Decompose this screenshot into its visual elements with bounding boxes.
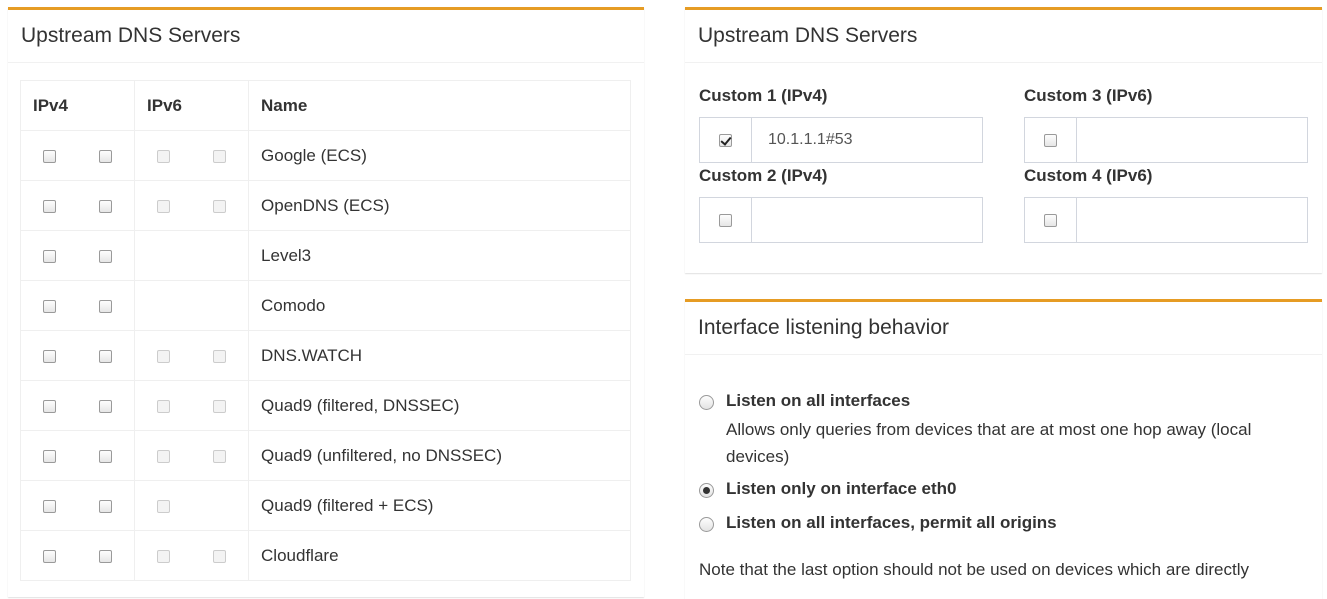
ipv4-secondary-checkbox[interactable] (99, 449, 113, 463)
ipv4-secondary-checkbox[interactable] (99, 199, 113, 213)
ipv4-secondary-checkbox[interactable] (99, 249, 113, 263)
custom-1-input[interactable]: 10.1.1.1#53 (752, 118, 982, 162)
ipv6-primary-checkbox (156, 449, 170, 463)
ipv4-secondary-checkbox[interactable] (99, 299, 113, 313)
interface-listening-panel: Interface listening behavior Listen on a… (685, 299, 1322, 599)
ipv4-primary-checkbox[interactable] (42, 149, 56, 163)
ipv4-primary-checkbox[interactable] (42, 349, 56, 363)
table-row: OpenDNS (ECS) (20, 180, 632, 231)
table-row: Comodo (20, 280, 632, 331)
custom-4-input-group (1024, 197, 1308, 243)
upstream-dns-table: IPv4 IPv6 Name Google (ECS) OpenDNS (ECS)… (19, 80, 632, 581)
listen-all-interfaces-radio[interactable] (699, 395, 714, 410)
ipv4-primary-checkbox[interactable] (42, 449, 56, 463)
dns-provider-name: Google (ECS) (248, 130, 632, 181)
panel-title: Upstream DNS Servers (685, 10, 1322, 63)
listen-all-permit-all-radio[interactable] (699, 517, 714, 532)
custom-1-input-group: 10.1.1.1#53 (699, 117, 983, 163)
ipv4-primary-checkbox[interactable] (42, 549, 56, 563)
column-header-ipv4: IPv4 (19, 80, 136, 131)
ipv6-primary-checkbox (156, 399, 170, 413)
dns-provider-name: Level3 (248, 230, 632, 281)
dns-provider-name: OpenDNS (ECS) (248, 180, 632, 231)
ipv4-primary-checkbox[interactable] (42, 299, 56, 313)
panel-title: Interface listening behavior (685, 302, 1322, 355)
ipv6-primary-checkbox (156, 499, 170, 513)
ipv4-secondary-checkbox[interactable] (99, 149, 113, 163)
listen-all-interfaces-description: Allows only queries from devices that ar… (726, 420, 1252, 466)
ipv6-secondary-checkbox (213, 149, 227, 163)
ipv6-secondary-checkbox (213, 199, 227, 213)
dns-provider-name: Comodo (248, 280, 632, 331)
custom-2-label: Custom 2 (IPv4) (699, 166, 828, 185)
listen-eth0-label[interactable]: Listen only on interface eth0 (726, 479, 957, 499)
panel-title: Upstream DNS Servers (8, 10, 644, 63)
warning-note: Note that the last option should not be … (699, 560, 1250, 579)
ipv6-primary-checkbox (156, 199, 170, 213)
ipv6-secondary-checkbox (213, 349, 227, 363)
ipv6-primary-checkbox (156, 149, 170, 163)
custom-2-input-group (699, 197, 983, 243)
ipv6-primary-checkbox (156, 349, 170, 363)
custom-3-input-group (1024, 117, 1308, 163)
table-row: Cloudflare (20, 530, 632, 581)
custom-3-checkbox[interactable] (1044, 133, 1057, 147)
table-header-row: IPv4 IPv6 Name (19, 80, 632, 131)
custom-2-input[interactable] (752, 198, 982, 242)
table-row: Quad9 (filtered, DNSSEC) (20, 380, 632, 431)
column-header-name: Name (248, 80, 632, 131)
dns-provider-name: Quad9 (unfiltered, no DNSSEC) (248, 430, 632, 481)
table-row: DNS.WATCH (20, 330, 632, 381)
table-row: Quad9 (unfiltered, no DNSSEC) (20, 430, 632, 481)
listen-all-permit-all-label[interactable]: Listen on all interfaces, permit all ori… (726, 513, 1057, 533)
custom-4-input[interactable] (1077, 198, 1307, 242)
dns-provider-name: Quad9 (filtered, DNSSEC) (248, 380, 632, 431)
ipv4-primary-checkbox[interactable] (42, 199, 56, 213)
custom-3-input[interactable] (1077, 118, 1307, 162)
table-row: Quad9 (filtered + ECS) (20, 480, 632, 531)
listen-eth0-radio[interactable] (699, 483, 714, 498)
ipv4-secondary-checkbox[interactable] (99, 499, 113, 513)
column-header-ipv6: IPv6 (134, 80, 250, 131)
table-row: Google (ECS) (20, 130, 632, 181)
custom-2-checkbox[interactable] (719, 213, 732, 227)
ipv4-primary-checkbox[interactable] (42, 399, 56, 413)
ipv4-secondary-checkbox[interactable] (99, 349, 113, 363)
ipv6-secondary-checkbox (213, 549, 227, 563)
custom-4-label: Custom 4 (IPv6) (1024, 166, 1153, 185)
dns-provider-name: Cloudflare (248, 530, 632, 581)
custom-1-checkbox[interactable] (719, 133, 732, 147)
custom-dns-servers-panel: Upstream DNS Servers Custom 1 (IPv4) 10.… (685, 7, 1322, 273)
ipv4-primary-checkbox[interactable] (42, 499, 56, 513)
custom-4-checkbox[interactable] (1044, 213, 1057, 227)
dns-provider-name: Quad9 (filtered + ECS) (248, 480, 632, 531)
ipv4-secondary-checkbox[interactable] (99, 399, 113, 413)
ipv6-secondary-checkbox (213, 449, 227, 463)
dns-provider-name: DNS.WATCH (248, 330, 632, 381)
ipv6-primary-checkbox (156, 549, 170, 563)
listen-all-interfaces-label[interactable]: Listen on all interfaces (726, 391, 910, 411)
ipv6-secondary-checkbox (213, 399, 227, 413)
ipv4-secondary-checkbox[interactable] (99, 549, 113, 563)
upstream-dns-servers-panel: Upstream DNS Servers IPv4 IPv6 Name Goog… (8, 7, 644, 597)
custom-3-label: Custom 3 (IPv6) (1024, 86, 1153, 105)
ipv4-primary-checkbox[interactable] (42, 249, 56, 263)
table-row: Level3 (20, 230, 632, 281)
custom-1-label: Custom 1 (IPv4) (699, 86, 828, 105)
